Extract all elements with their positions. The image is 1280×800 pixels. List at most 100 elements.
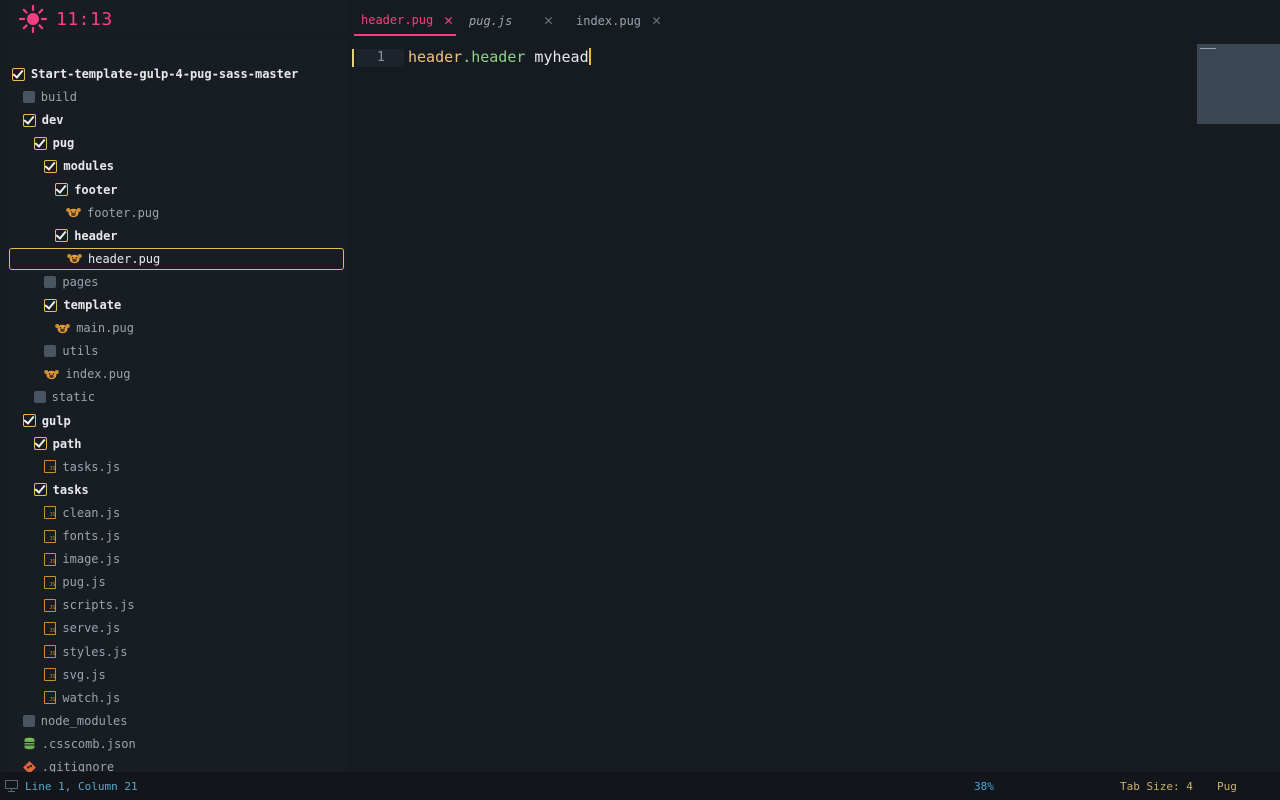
pug-file-icon	[66, 208, 81, 218]
folder-closed-icon	[44, 275, 57, 288]
tab-index-pug[interactable]: index.pug ✕	[570, 6, 670, 36]
code-text: myhead	[525, 48, 589, 66]
tree-item-label: pug	[52, 136, 75, 151]
text-cursor	[588, 48, 591, 65]
tree-item-header[interactable]: header	[4, 225, 346, 247]
tree-item-build[interactable]: build	[4, 86, 346, 108]
tree-item-svg-js[interactable]: svg.js	[4, 664, 346, 686]
tree-item-label: node_modules	[40, 713, 128, 728]
folder-closed-icon	[33, 391, 46, 404]
tree-item-watch-js[interactable]: watch.js	[4, 687, 346, 709]
pug-file-icon	[67, 254, 82, 264]
tree-item-template[interactable]: template	[4, 294, 346, 316]
tree-item-image-js[interactable]: image.js	[4, 548, 346, 570]
tree-item-pages[interactable]: pages	[4, 271, 346, 293]
tree-item-footer[interactable]: footer	[4, 179, 346, 201]
tab-label: header.pug	[361, 13, 434, 27]
tree-item-label: Start-template-gulp-4-pug-sass-master	[31, 67, 299, 81]
js-file-icon	[44, 460, 57, 474]
js-file-icon	[44, 529, 57, 543]
tree-item-label: tasks.js	[62, 459, 121, 474]
status-bar: Line 1, Column 21 38% Tab Size: 4 Pug	[0, 772, 1280, 800]
clock-time: 11:13	[56, 8, 113, 30]
tree-item-tasks[interactable]: tasks	[4, 479, 346, 501]
tree-item-label: main.pug	[76, 321, 134, 336]
folder-open-icon	[22, 414, 36, 427]
folder-open-icon	[33, 437, 47, 451]
tree-item-pug[interactable]: pug	[4, 132, 346, 154]
tab-label: index.pug	[576, 14, 642, 28]
tree-item-styles-js[interactable]: styles.js	[4, 641, 346, 663]
tree-item-static[interactable]: static	[4, 386, 346, 408]
folder-closed-icon	[22, 714, 35, 727]
monitor-icon[interactable]	[5, 780, 18, 792]
minimap-line	[1200, 48, 1216, 49]
sun-icon	[18, 4, 48, 34]
tree-item-label: fonts.js	[62, 529, 121, 543]
tree-item-header-pug[interactable]: header.pug	[9, 247, 344, 270]
tree-item-label: watch.js	[62, 690, 121, 705]
tree-item-tasks-js[interactable]: tasks.js	[4, 456, 346, 478]
js-file-icon	[44, 598, 57, 612]
tree-item-label: index.pug	[65, 367, 131, 382]
folder-open-icon	[22, 113, 36, 127]
close-icon[interactable]: ✕	[444, 13, 453, 28]
tree-item-scripts-js[interactable]: scripts.js	[4, 594, 346, 616]
tree-item-pug-js[interactable]: pug.js	[4, 571, 346, 593]
tree-item-label: build	[40, 90, 77, 105]
tree-item-label: template	[63, 298, 122, 312]
tree-item-label: svg.js	[62, 667, 106, 682]
code-class: .header	[462, 48, 526, 66]
tree-item-node-modules[interactable]: node_modules	[4, 710, 346, 732]
tree-item-label: clean.js	[62, 505, 121, 520]
scroll-percentage: 38%	[974, 780, 994, 793]
folder-open-icon	[44, 159, 58, 173]
tree-item-label: footer	[74, 182, 118, 197]
tree-item-start-template-gulp-4-pug-sass-master[interactable]: Start-template-gulp-4-pug-sass-master	[4, 63, 346, 85]
sidebar-file-tree: Start-template-gulp-4-pug-sass-master bui…	[4, 40, 346, 772]
cursor-position[interactable]: Line 1, Column 21	[25, 780, 138, 793]
tree-item-serve-js[interactable]: serve.js	[4, 617, 346, 639]
tab-bar: header.pug ✕ pug.js ✕ index.pug ✕	[348, 0, 1280, 38]
folder-closed-icon	[22, 91, 35, 104]
folder-open-icon	[55, 183, 69, 196]
tree-item-label: styles.js	[62, 644, 128, 659]
tree-item-index-pug[interactable]: index.pug	[4, 363, 346, 385]
tree-item-gitignore[interactable]: .gitignore	[4, 756, 346, 772]
close-icon[interactable]: ✕	[652, 13, 661, 28]
tree-item-label: pages	[62, 274, 99, 289]
tree-item-label: image.js	[62, 552, 121, 567]
js-file-icon	[44, 506, 57, 520]
folder-open-icon	[33, 483, 47, 497]
tab-size-selector[interactable]: Tab Size: 4	[1120, 780, 1193, 793]
tree-item-footer-pug[interactable]: footer.pug	[4, 202, 346, 224]
js-file-icon	[44, 552, 57, 566]
tree-item-gulp[interactable]: gulp	[4, 410, 346, 432]
line-number: 1	[377, 50, 385, 65]
tree-item-label: modules	[63, 159, 114, 174]
tree-item-utils[interactable]: utils	[4, 340, 346, 362]
tree-item-fonts-js[interactable]: fonts.js	[4, 525, 346, 547]
tree-item-clean-js[interactable]: clean.js	[4, 502, 346, 524]
tree-item-path[interactable]: path	[4, 433, 346, 455]
tree-item-modules[interactable]: modules	[4, 155, 346, 177]
syntax-selector[interactable]: Pug	[1217, 780, 1237, 793]
pug-file-icon	[55, 323, 70, 333]
folder-open-icon	[55, 229, 69, 243]
tree-item-csscomb-json[interactable]: .csscomb.json	[4, 733, 346, 755]
tree-item-label: path	[52, 436, 82, 451]
pug-file-icon	[44, 369, 60, 379]
tree-item-dev[interactable]: dev	[4, 109, 346, 131]
close-icon[interactable]: ✕	[544, 13, 553, 28]
tree-item-label: utils	[62, 344, 99, 359]
code-line[interactable]: header.header myhead	[408, 48, 591, 66]
js-file-icon	[44, 575, 57, 589]
tree-item-main-pug[interactable]: main.pug	[4, 317, 346, 339]
folder-open-icon	[44, 298, 58, 312]
minimap[interactable]	[1197, 44, 1280, 124]
current-line-marker	[352, 49, 354, 67]
tab-header-pug[interactable]: header.pug ✕	[354, 6, 456, 36]
editor-pane[interactable]: 1 header.header myhead	[348, 40, 1280, 772]
tree-item-label: dev	[41, 113, 64, 128]
tab-pug-js[interactable]: pug.js ✕	[462, 6, 562, 36]
